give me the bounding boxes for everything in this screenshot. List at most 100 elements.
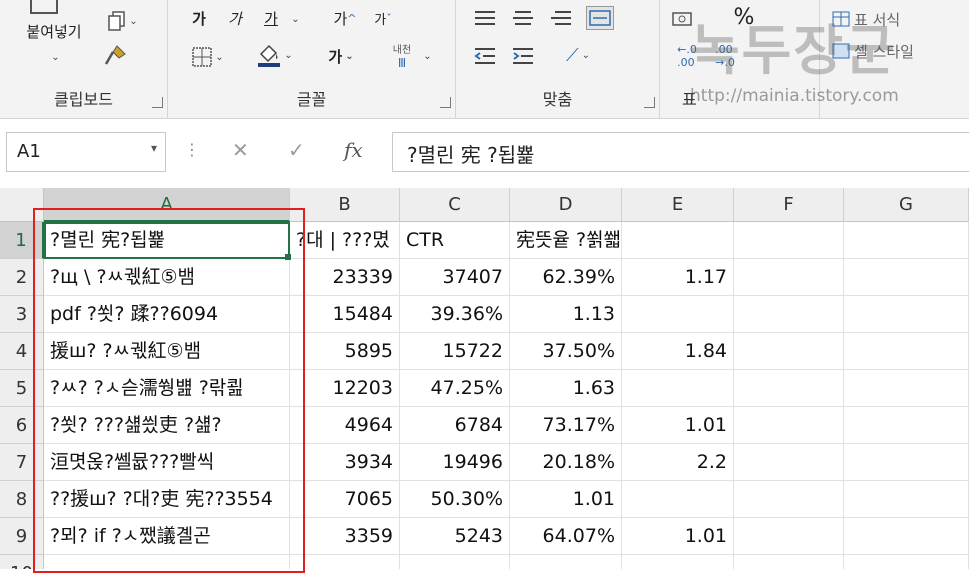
cell-a8[interactable]: ??援ш? ?대?吏 宪??3554 xyxy=(44,481,290,518)
cell-a6[interactable]: ?쐿? ???섎씠吏 ?섎? xyxy=(44,407,290,444)
wrap-text-button[interactable] xyxy=(586,6,614,30)
cancel-entry-icon[interactable]: ✕ xyxy=(232,138,249,162)
fill-color-button[interactable]: ⌄ xyxy=(250,40,300,70)
increase-indent-button[interactable] xyxy=(510,44,536,68)
orientation-button[interactable]: ⟋ ⌄ xyxy=(556,42,600,68)
cell-f3[interactable] xyxy=(734,296,844,333)
cell-a3[interactable]: pdf ?쐿? 蹂??6094 xyxy=(44,296,290,333)
cell-b5[interactable]: 12203 xyxy=(290,370,400,407)
cell-c2[interactable]: 37407 xyxy=(400,259,510,296)
paste-dropdown-icon[interactable]: ⌄ xyxy=(44,48,64,66)
font-color-button[interactable]: 가 ⌄ xyxy=(316,42,366,70)
cell-e3[interactable] xyxy=(622,296,734,333)
cell-b6[interactable]: 4964 xyxy=(290,407,400,444)
phonetic-button[interactable]: 내천 Ⅲ xyxy=(382,40,422,70)
row-header[interactable]: 9 xyxy=(0,518,44,555)
cell-f4[interactable] xyxy=(734,333,844,370)
cell-b3[interactable]: 15484 xyxy=(290,296,400,333)
cell-e7[interactable]: 2.2 xyxy=(622,444,734,481)
cell-f1[interactable] xyxy=(734,222,844,259)
cell-a2[interactable]: ?щ \ ?ㅆ궧紅⑤뱀 xyxy=(44,259,290,296)
cell-d7[interactable]: 20.18% xyxy=(510,444,622,481)
cell-d2[interactable]: 62.39% xyxy=(510,259,622,296)
format-painter-button[interactable] xyxy=(100,42,130,70)
cell-a9[interactable]: ?뫼? if ?ㅅ쨌議곌곤 xyxy=(44,518,290,555)
percent-button[interactable]: % xyxy=(732,4,756,30)
cell-e4[interactable]: 1.84 xyxy=(622,333,734,370)
cell-g9[interactable] xyxy=(844,518,969,555)
decrease-indent-button[interactable] xyxy=(472,44,498,68)
row-header[interactable]: 6 xyxy=(0,407,44,444)
grow-font-button[interactable]: 가 ^ xyxy=(328,6,362,30)
cell-e6[interactable]: 1.01 xyxy=(622,407,734,444)
cell-f8[interactable] xyxy=(734,481,844,518)
cell-b10[interactable] xyxy=(290,555,400,569)
cell-f6[interactable] xyxy=(734,407,844,444)
row-header[interactable]: 7 xyxy=(0,444,44,481)
cell-a5[interactable]: ?ㅆ? ?ㅅ슫濡쒕뱶 ?띾쾶 xyxy=(44,370,290,407)
paste-button[interactable]: 붙여넣기 xyxy=(14,18,94,44)
copy-button[interactable]: ⌄ xyxy=(100,8,146,34)
cell-a1[interactable]: ?멸린 宪?됩뾽 xyxy=(44,222,290,259)
cell-g7[interactable] xyxy=(844,444,969,481)
cell-a10[interactable] xyxy=(44,555,290,569)
cell-d9[interactable]: 64.07% xyxy=(510,518,622,555)
cell-styles-button[interactable]: 셀 스타일 xyxy=(832,40,962,62)
row-header[interactable]: 3 xyxy=(0,296,44,333)
format-as-table-button[interactable]: 표 서식 xyxy=(832,8,952,30)
row-header[interactable]: 4 xyxy=(0,333,44,370)
borders-button[interactable]: ⌄ xyxy=(184,44,232,70)
confirm-entry-icon[interactable]: ✓ xyxy=(288,138,305,162)
italic-button[interactable]: 가 xyxy=(224,6,246,30)
column-header-b[interactable]: B xyxy=(290,188,400,222)
cell-b1[interactable]: ?대 | ???몄 xyxy=(290,222,400,259)
cell-d3[interactable]: 1.13 xyxy=(510,296,622,333)
cell-d6[interactable]: 73.17% xyxy=(510,407,622,444)
row-header[interactable]: 5 xyxy=(0,370,44,407)
cell-b9[interactable]: 3359 xyxy=(290,518,400,555)
select-all-corner[interactable] xyxy=(0,188,44,222)
font-launcher-icon[interactable] xyxy=(440,97,451,108)
cell-e2[interactable]: 1.17 xyxy=(622,259,734,296)
cell-g1[interactable] xyxy=(844,222,969,259)
cell-g8[interactable] xyxy=(844,481,969,518)
cell-f9[interactable] xyxy=(734,518,844,555)
cell-e8[interactable] xyxy=(622,481,734,518)
accounting-format-button[interactable] xyxy=(670,8,694,30)
cell-b8[interactable]: 7065 xyxy=(290,481,400,518)
cell-g2[interactable] xyxy=(844,259,969,296)
more-options-icon[interactable]: ⋮ xyxy=(184,140,200,159)
column-header-d[interactable]: D xyxy=(510,188,622,222)
cell-f7[interactable] xyxy=(734,444,844,481)
cell-b7[interactable]: 3934 xyxy=(290,444,400,481)
fill-handle[interactable] xyxy=(285,254,291,260)
cell-g10[interactable] xyxy=(844,555,969,569)
underline-button[interactable]: 가 xyxy=(260,6,282,30)
align-middle-button[interactable] xyxy=(510,8,536,30)
cell-a4[interactable]: 援ш? ?ㅆ궧紅⑤뱀 xyxy=(44,333,290,370)
paste-icon[interactable] xyxy=(30,0,58,14)
formula-input[interactable]: ?멸린 宪 ?됩뾽 xyxy=(392,132,969,172)
cell-f10[interactable] xyxy=(734,555,844,569)
cell-g4[interactable] xyxy=(844,333,969,370)
align-top-button[interactable] xyxy=(472,8,498,30)
cell-c4[interactable]: 15722 xyxy=(400,333,510,370)
cell-g6[interactable] xyxy=(844,407,969,444)
cell-c3[interactable]: 39.36% xyxy=(400,296,510,333)
cell-g5[interactable] xyxy=(844,370,969,407)
row-header[interactable]: 10 xyxy=(0,555,44,569)
column-header-g[interactable]: G xyxy=(844,188,969,222)
cell-e5[interactable] xyxy=(622,370,734,407)
name-box-dropdown-icon[interactable]: ▾ xyxy=(151,141,157,155)
alignment-launcher-icon[interactable] xyxy=(644,97,655,108)
cell-d5[interactable]: 1.63 xyxy=(510,370,622,407)
column-header-e[interactable]: E xyxy=(622,188,734,222)
name-box[interactable]: A1 ▾ xyxy=(6,132,166,172)
decrease-decimal-button[interactable]: .00 →.0 xyxy=(708,43,742,69)
cell-e1[interactable] xyxy=(622,222,734,259)
row-header[interactable]: 8 xyxy=(0,481,44,518)
clipboard-launcher-icon[interactable] xyxy=(152,97,163,108)
cell-d10[interactable] xyxy=(510,555,622,569)
cell-c9[interactable]: 5243 xyxy=(400,518,510,555)
cell-f5[interactable] xyxy=(734,370,844,407)
